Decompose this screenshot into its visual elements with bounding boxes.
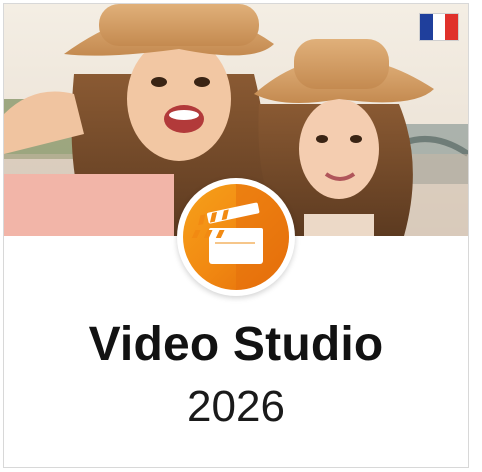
- france-flag-icon: [419, 13, 459, 41]
- clapperboard-icon: [191, 184, 289, 290]
- flag-stripe-blue: [420, 14, 433, 40]
- product-title: Video Studio: [88, 318, 384, 371]
- flag-stripe-white: [432, 14, 446, 40]
- product-year: 2026: [187, 382, 285, 431]
- product-card[interactable]: Video Studio 2026: [3, 3, 469, 468]
- app-logo: [177, 178, 295, 296]
- logo-badge: [183, 184, 289, 290]
- flag-stripe-red: [445, 14, 459, 40]
